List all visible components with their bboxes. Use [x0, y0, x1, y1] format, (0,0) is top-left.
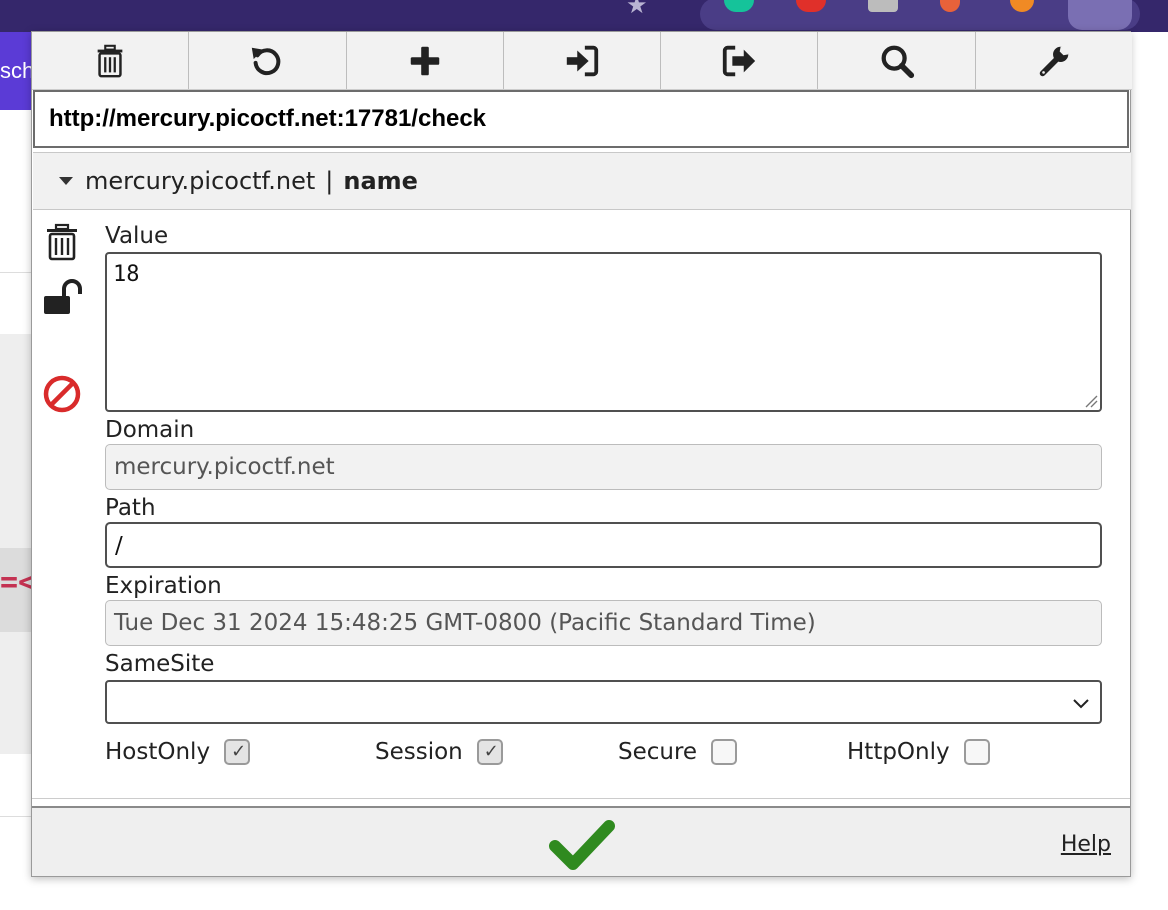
secure-checkbox[interactable]	[711, 739, 738, 765]
tampermonkey-extension-icon[interactable]	[868, 0, 898, 12]
unlock-icon[interactable]	[42, 278, 82, 318]
block-icon[interactable]	[42, 374, 82, 414]
samesite-select[interactable]	[105, 680, 1102, 724]
search-button[interactable]	[818, 32, 976, 89]
cookie-extension-icon[interactable]	[1068, 0, 1132, 30]
add-cookie-button[interactable]	[346, 32, 504, 89]
session-flag: Session ✓	[375, 738, 503, 766]
cookie-editor-popup: http://mercury.picoctf.net:17781/check m…	[31, 31, 1132, 877]
value-textarea[interactable]: 18	[105, 252, 1102, 412]
delete-cookie-icon[interactable]	[42, 222, 82, 262]
refresh-button[interactable]	[189, 32, 347, 89]
cookie-entry-header[interactable]: mercury.picoctf.net | name	[33, 152, 1131, 210]
httponly-checkbox[interactable]	[963, 739, 990, 765]
httponly-label: HttpOnly	[847, 739, 950, 765]
bookmark-star-icon[interactable]: ★	[626, 0, 652, 17]
save-check-icon[interactable]	[549, 818, 615, 872]
expiration-field[interactable]: Tue Dec 31 2024 15:48:25 GMT-0800 (Pacif…	[105, 600, 1102, 646]
hostonly-checkbox[interactable]: ✓	[224, 739, 251, 765]
help-link[interactable]: Help	[1061, 832, 1111, 857]
editor-footer: Help	[32, 806, 1130, 876]
check-mark-icon: ✓	[483, 741, 499, 762]
editor-toolbar	[32, 32, 1132, 90]
wrench-icon	[1039, 45, 1070, 76]
footer-divider	[32, 798, 1130, 799]
cookie-name: name	[343, 167, 418, 195]
import-icon	[566, 45, 599, 76]
cookie-separator: |	[325, 167, 334, 195]
session-checkbox[interactable]: ✓	[476, 739, 503, 765]
value-text: 18	[113, 262, 140, 287]
export-button[interactable]	[661, 32, 819, 89]
chevron-down-icon	[1073, 699, 1089, 709]
session-label: Session	[375, 739, 463, 765]
background-page-title: sch	[0, 58, 35, 83]
secure-label: Secure	[618, 739, 698, 765]
samesite-label: SameSite	[105, 651, 215, 677]
domain-field[interactable]: mercury.picoctf.net	[105, 444, 1102, 490]
cookie-domain: mercury.picoctf.net	[85, 167, 316, 195]
path-label: Path	[105, 495, 156, 521]
trash-icon	[97, 44, 123, 77]
settings-button[interactable]	[975, 32, 1132, 89]
plus-icon	[410, 46, 439, 75]
value-label: Value	[105, 223, 169, 249]
browser-toolbar	[0, 0, 1168, 32]
hostonly-label: HostOnly	[105, 739, 211, 765]
search-icon	[881, 45, 914, 78]
path-field[interactable]: /	[105, 522, 1102, 568]
domain-label: Domain	[105, 417, 195, 443]
undo-icon	[252, 47, 281, 75]
delete-all-button[interactable]	[32, 32, 190, 89]
expiration-label: Expiration	[105, 573, 222, 599]
httponly-flag: HttpOnly	[847, 738, 990, 766]
resize-grip-icon[interactable]	[1084, 394, 1098, 408]
export-icon	[723, 45, 756, 76]
import-button[interactable]	[503, 32, 662, 89]
caret-down-icon[interactable]	[59, 177, 73, 185]
url-field[interactable]: http://mercury.picoctf.net:17781/check	[33, 90, 1129, 148]
secure-flag: Secure	[618, 738, 738, 766]
check-mark-icon: ✓	[231, 741, 247, 762]
hostonly-flag: HostOnly ✓	[105, 738, 251, 766]
